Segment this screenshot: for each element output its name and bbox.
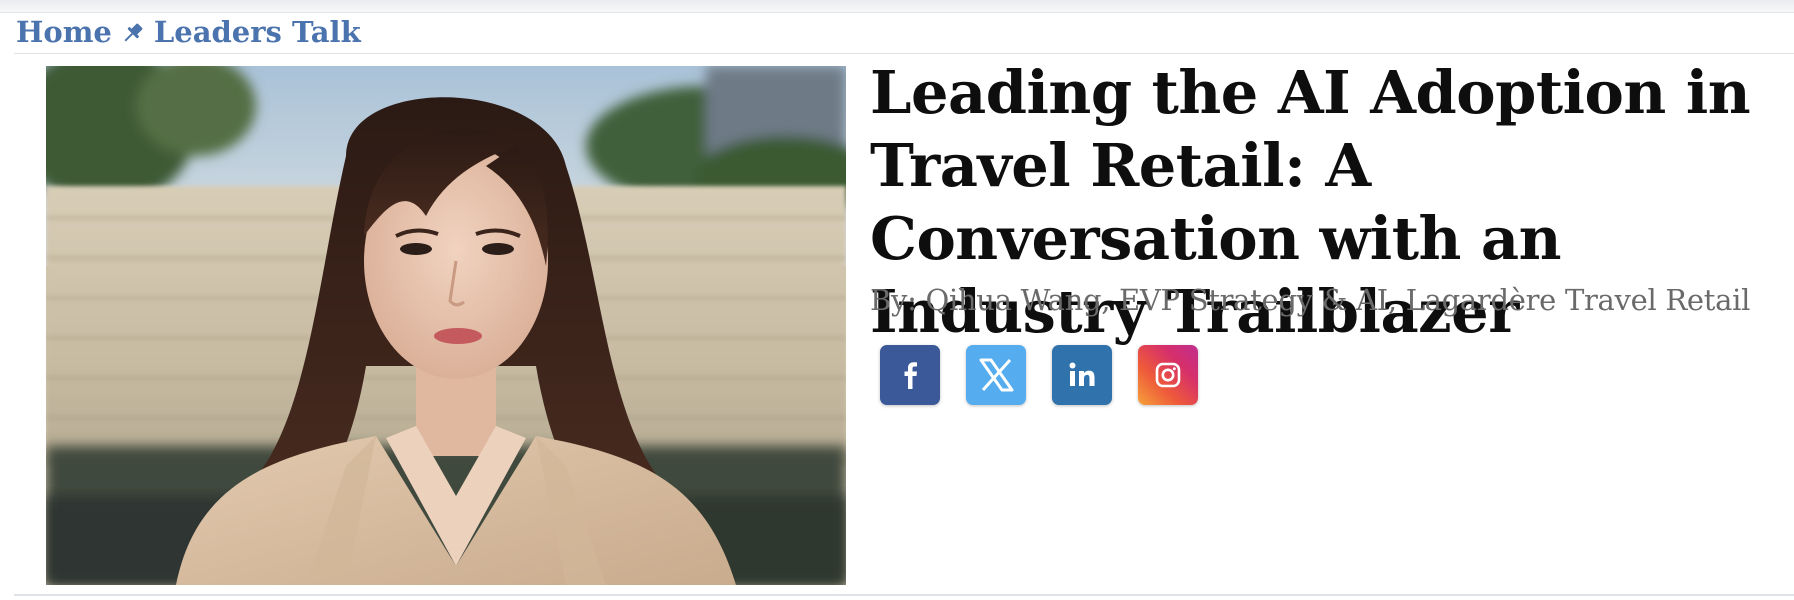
facebook-icon — [904, 362, 917, 389]
facebook-share-button[interactable] — [880, 345, 940, 405]
pin-icon — [120, 19, 146, 45]
linkedin-icon — [1069, 362, 1095, 386]
linkedin-share-button[interactable] — [1052, 345, 1112, 405]
portrait-photo — [46, 66, 846, 585]
breadcrumb-home-link[interactable]: Home — [16, 15, 112, 49]
social-share-bar — [880, 345, 1198, 405]
header-divider — [14, 53, 1794, 54]
footer-divider — [14, 594, 1794, 596]
instagram-share-button[interactable] — [1138, 345, 1198, 405]
article-byline: By: Qihua Wang, EVP Strategy & AI, Lagar… — [870, 283, 1751, 317]
breadcrumb-section-link[interactable]: Leaders Talk — [154, 15, 361, 49]
breadcrumb: Home Leaders Talk — [16, 12, 361, 52]
x-share-button[interactable] — [966, 345, 1026, 405]
x-icon — [979, 358, 1014, 392]
instagram-icon — [1155, 362, 1181, 388]
